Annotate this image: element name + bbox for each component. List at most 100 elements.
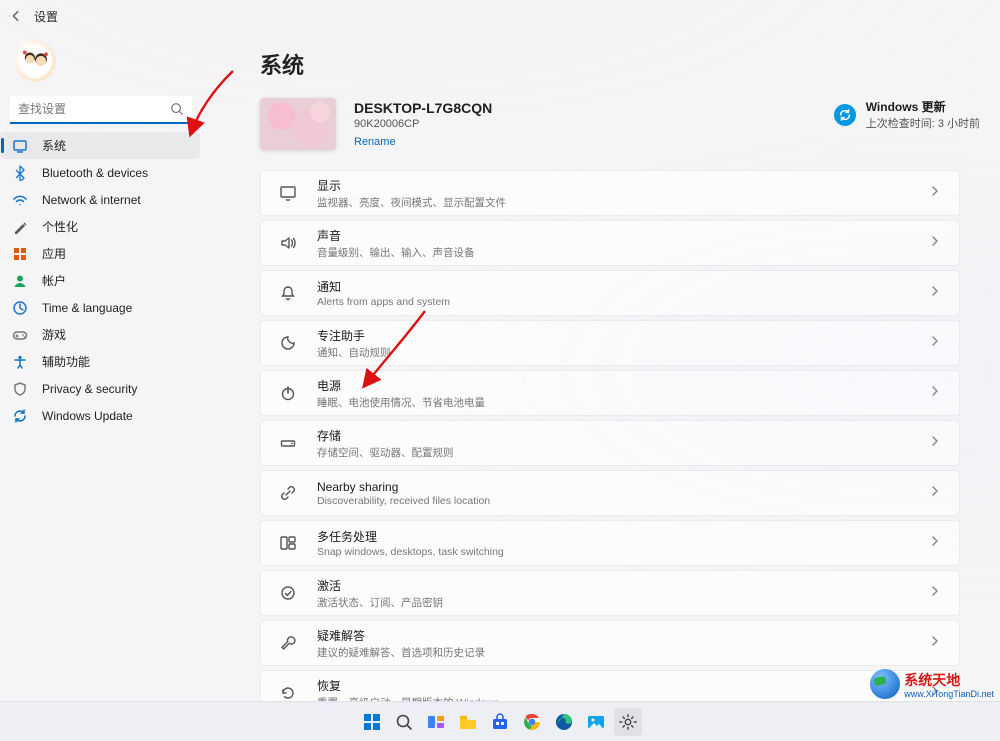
card-subtitle: 通知、自动规则	[317, 345, 909, 360]
sidebar-item-label: 应用	[42, 245, 66, 262]
edge-button[interactable]	[550, 708, 578, 736]
sidebar-item-system[interactable]: 系统	[0, 132, 200, 159]
card-focus[interactable]: 专注助手通知、自动规则	[260, 320, 960, 366]
sidebar-item-time[interactable]: Time & language	[0, 294, 200, 321]
store-button[interactable]	[486, 708, 514, 736]
card-subtitle: Discoverability, received files location	[317, 495, 909, 507]
card-notify[interactable]: 通知Alerts from apps and system	[260, 270, 960, 316]
back-button[interactable]	[8, 8, 24, 24]
card-power[interactable]: 电源睡眠、电池使用情况、节省电池电量	[260, 370, 960, 416]
sidebar-item-gaming[interactable]: 游戏	[0, 321, 200, 348]
card-text: 疑难解答建议的疑难解答、首选项和历史记录	[317, 627, 909, 660]
card-subtitle: 音量级别、输出、输入、声音设备	[317, 245, 909, 260]
page-title: 系统	[260, 48, 960, 80]
power-icon	[279, 384, 297, 402]
device-thumbnail[interactable]	[260, 98, 336, 150]
sidebar-item-bluetooth[interactable]: Bluetooth & devices	[0, 159, 200, 186]
sidebar-item-account[interactable]: 帐户	[0, 267, 200, 294]
chevron-right-icon	[929, 634, 941, 652]
card-storage[interactable]: 存储存储空间、驱动器、配置规则	[260, 420, 960, 466]
update-subtitle: 上次检查时间: 3 小时前	[866, 115, 980, 131]
taskbar-search-button[interactable]	[390, 708, 418, 736]
chevron-right-icon	[929, 584, 941, 602]
task-view-button[interactable]	[422, 708, 450, 736]
card-title: 专注助手	[317, 327, 909, 344]
card-title: Nearby sharing	[317, 480, 909, 494]
explorer-button[interactable]	[454, 708, 482, 736]
sidebar-item-personalize[interactable]: 个性化	[0, 213, 200, 240]
update-icon	[12, 408, 28, 424]
card-text: 通知Alerts from apps and system	[317, 278, 909, 308]
sidebar-item-label: 帐户	[42, 272, 66, 289]
display-icon	[279, 184, 297, 202]
user-avatar[interactable]	[14, 40, 56, 82]
system-icon	[12, 138, 28, 154]
watermark-brand: 系统天地	[904, 672, 960, 688]
account-icon	[12, 273, 28, 289]
sidebar-item-label: Privacy & security	[42, 382, 137, 396]
card-title: 多任务处理	[317, 528, 909, 545]
watermark: 系统天地 www.XiTongTianDi.net	[870, 669, 994, 699]
card-text: 存储存储空间、驱动器、配置规则	[317, 427, 909, 460]
layout: 系统 Bluetooth & devices Network & internet个…	[0, 32, 1000, 701]
card-text: 显示监视器、亮度、夜间模式、显示配置文件	[317, 177, 909, 210]
apps-icon	[12, 246, 28, 262]
sidebar-item-apps[interactable]: 应用	[0, 240, 200, 267]
taskbar	[0, 701, 1000, 741]
search-input[interactable]	[10, 96, 192, 124]
gaming-icon	[12, 327, 28, 343]
troubleshoot-icon	[279, 634, 297, 652]
device-info: DESKTOP-L7G8CQN 90K20006CP Rename	[354, 98, 816, 150]
chrome-button[interactable]	[518, 708, 546, 736]
sidebar-item-privacy[interactable]: Privacy & security	[0, 375, 200, 402]
main: 系统 DESKTOP-L7G8CQN 90K20006CP Rename Win…	[204, 32, 1000, 701]
card-multitask[interactable]: 多任务处理Snap windows, desktops, task switch…	[260, 520, 960, 566]
watermark-url: www.XiTongTianDi.net	[904, 690, 994, 699]
card-activate[interactable]: 激活激活状态、订阅、产品密钥	[260, 570, 960, 616]
sidebar-item-label: Windows Update	[42, 409, 133, 423]
multitask-icon	[279, 534, 297, 552]
card-display[interactable]: 显示监视器、亮度、夜间模式、显示配置文件	[260, 170, 960, 216]
sound-icon	[279, 234, 297, 252]
card-text: 激活激活状态、订阅、产品密钥	[317, 577, 909, 610]
card-text: 专注助手通知、自动规则	[317, 327, 909, 360]
device-row: DESKTOP-L7G8CQN 90K20006CP Rename Window…	[260, 98, 960, 150]
card-sound[interactable]: 声音音量级别、输出、输入、声音设备	[260, 220, 960, 266]
card-subtitle: Snap windows, desktops, task switching	[317, 546, 909, 558]
window-title: 设置	[34, 8, 58, 25]
start-button[interactable]	[358, 708, 386, 736]
card-text: 声音音量级别、输出、输入、声音设备	[317, 227, 909, 260]
focus-icon	[279, 334, 297, 352]
card-text: Nearby sharingDiscoverability, received …	[317, 480, 909, 507]
settings-taskbar-button[interactable]	[614, 708, 642, 736]
sidebar-item-update[interactable]: Windows Update	[0, 402, 200, 429]
wifi-icon	[12, 192, 28, 208]
card-title: 声音	[317, 227, 909, 244]
sidebar-item-label: 辅助功能	[42, 353, 90, 370]
card-title: 电源	[317, 377, 909, 394]
activate-icon	[279, 584, 297, 602]
card-title: 恢复	[317, 677, 909, 694]
titlebar: 设置	[0, 0, 1000, 32]
recovery-icon	[279, 684, 297, 701]
rename-link[interactable]: Rename	[354, 136, 396, 148]
card-title: 存储	[317, 427, 909, 444]
update-text: Windows 更新 上次检查时间: 3 小时前	[866, 98, 980, 131]
card-recovery[interactable]: 恢复重置、高级启动、早期版本的 Windows	[260, 670, 960, 701]
card-title: 显示	[317, 177, 909, 194]
chevron-right-icon	[929, 384, 941, 402]
device-model: 90K20006CP	[354, 118, 816, 130]
chevron-right-icon	[929, 234, 941, 252]
windows-update-summary[interactable]: Windows 更新 上次检查时间: 3 小时前	[834, 98, 980, 131]
sidebar-item-wifi[interactable]: Network & internet	[0, 186, 200, 213]
sidebar-item-accessibility[interactable]: 辅助功能	[0, 348, 200, 375]
accessibility-icon	[12, 354, 28, 370]
sidebar-item-label: Bluetooth & devices	[42, 166, 148, 180]
card-subtitle: 睡眠、电池使用情况、节省电池电量	[317, 395, 909, 410]
privacy-icon	[12, 381, 28, 397]
card-troubleshoot[interactable]: 疑难解答建议的疑难解答、首选项和历史记录	[260, 620, 960, 666]
time-icon	[12, 300, 28, 316]
chevron-right-icon	[929, 434, 941, 452]
card-share[interactable]: Nearby sharingDiscoverability, received …	[260, 470, 960, 516]
photos-button[interactable]	[582, 708, 610, 736]
